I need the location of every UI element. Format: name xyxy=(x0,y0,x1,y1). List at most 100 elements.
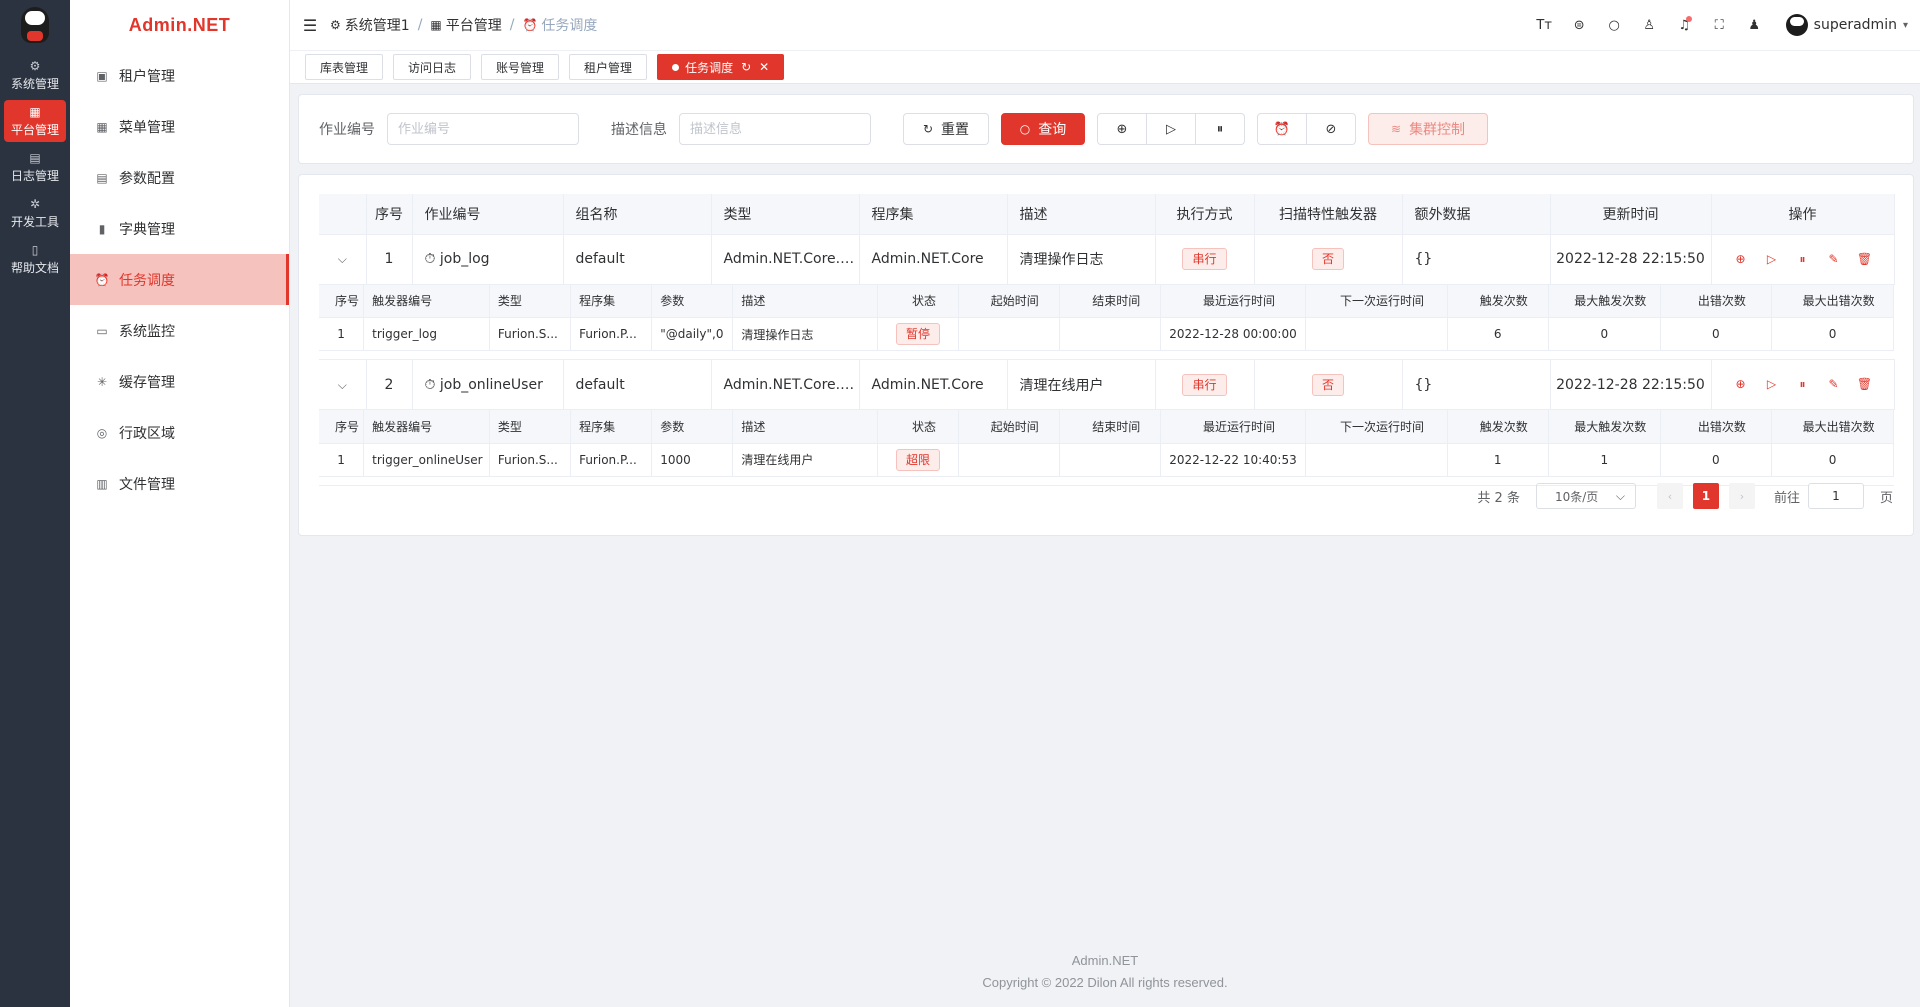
alarm-clock-button[interactable]: ⏰ xyxy=(1257,113,1307,145)
breadcrumb-item[interactable]: 系统管理1 xyxy=(345,15,410,35)
rail-item-logs[interactable]: ▤ 日志管理 xyxy=(4,146,66,188)
job-table: 序号 作业编号 组名称 类型 程序集 描述 执行方式 扫描特性触发器 额外数据 … xyxy=(319,194,1895,486)
menu-item-dict[interactable]: ▮ 字典管理 xyxy=(70,203,289,254)
brand-title: Admin.NET xyxy=(128,14,231,35)
active-dot-icon xyxy=(672,63,680,71)
grid-icon: ▦ xyxy=(430,18,442,32)
avatar[interactable] xyxy=(1785,14,1808,36)
refresh-icon: ↻ xyxy=(922,122,934,136)
tab-label: 账号管理 xyxy=(496,60,545,75)
tab-account[interactable]: 账号管理 xyxy=(481,54,560,80)
menu-item-monitor[interactable]: ▭ 系统监控 xyxy=(70,305,289,356)
alarm-clock-icon: ⏰ xyxy=(94,272,110,287)
next-page-button[interactable]: › xyxy=(1728,483,1755,509)
book-icon: ▯ xyxy=(31,242,39,257)
page-size-select[interactable]: 10条/页 ⌵ xyxy=(1535,483,1636,509)
chevron-down-icon[interactable]: ⌵ xyxy=(338,252,347,266)
refresh-icon[interactable]: ↻ xyxy=(741,60,751,74)
menu-item-jobs[interactable]: ⏰ 任务调度 xyxy=(70,254,289,305)
tab-db[interactable]: 库表管理 xyxy=(305,54,384,80)
rail-item-label: 平台管理 xyxy=(10,122,59,137)
edit-icon[interactable]: ✎ xyxy=(1826,252,1842,267)
tab-jobs[interactable]: 任务调度 ↻ ✕ xyxy=(657,54,785,80)
menu-toggle-icon[interactable]: ☰ xyxy=(290,16,330,35)
cog-icon: ✲ xyxy=(29,196,41,211)
delete-icon[interactable]: 🗑 xyxy=(1857,252,1873,267)
start-icon[interactable]: ▷ xyxy=(1764,252,1780,267)
rail-item-help[interactable]: ▯ 帮助文档 xyxy=(4,238,66,280)
trigger-expand-row: 序号 触发器编号 类型 程序集 参数 描述 状态 起始时间 结束时间 最近运行时… xyxy=(319,409,1894,486)
fullscreen-icon[interactable]: ⛶ xyxy=(1702,18,1737,33)
col-header: 序号 xyxy=(366,194,413,235)
copy-icon: ▤ xyxy=(96,170,108,185)
tab-label: 库表管理 xyxy=(320,60,369,75)
table-row: ⌵ 2 ⏱ job_onlineUser default Admin.NET.C… xyxy=(319,359,1895,410)
database-icon: ≋ xyxy=(1391,122,1402,136)
bell-icon[interactable]: ♫ xyxy=(1667,15,1702,33)
tab-label: 租户管理 xyxy=(584,60,633,75)
chevron-down-icon[interactable]: ▾ xyxy=(1903,20,1908,31)
font-size-icon[interactable]: Tт xyxy=(1527,18,1562,33)
theme-icon[interactable]: ♙ xyxy=(1632,18,1667,33)
menu-item-label: 租户管理 xyxy=(119,68,175,85)
start-icon[interactable]: ▷ xyxy=(1764,377,1780,392)
tab-label: 任务调度 xyxy=(685,60,734,75)
menu-item-menu[interactable]: ▦ 菜单管理 xyxy=(70,101,289,152)
pause-icon[interactable]: ⏸ xyxy=(1795,252,1811,267)
grid-icon: ▦ xyxy=(96,119,108,134)
rail-item-system[interactable]: ⚙ 系统管理 xyxy=(4,54,66,96)
breadcrumb-item[interactable]: 平台管理 xyxy=(446,15,502,35)
goto-label: 前往 xyxy=(1773,490,1800,506)
goto-page-input[interactable] xyxy=(1807,483,1864,509)
delete-icon[interactable]: 🗑 xyxy=(1857,377,1873,392)
add-job-button[interactable]: ⊕ xyxy=(1097,113,1147,145)
link-button[interactable]: ⊘ xyxy=(1306,113,1356,145)
col-header: 描述 xyxy=(1007,194,1156,235)
menu-item-label: 菜单管理 xyxy=(119,119,175,136)
gear-icon: ⚙ xyxy=(29,58,41,73)
rail-item-label: 系统管理 xyxy=(10,76,59,91)
pause-icon[interactable]: ⏸ xyxy=(1795,377,1811,392)
job-id-input[interactable] xyxy=(387,113,579,145)
chevron-down-icon[interactable]: ⌵ xyxy=(338,378,347,392)
desc-label: 描述信息 xyxy=(611,122,667,138)
reset-button[interactable]: ↻ 重置 xyxy=(903,113,989,145)
tab-access-log[interactable]: 访问日志 xyxy=(393,54,472,80)
desc-input[interactable] xyxy=(679,113,871,145)
logo xyxy=(0,0,70,50)
close-icon[interactable]: ✕ xyxy=(759,60,769,74)
rail-item-devtools[interactable]: ✲ 开发工具 xyxy=(4,192,66,234)
menu-item-files[interactable]: ▥ 文件管理 xyxy=(70,458,289,509)
username[interactable]: superadmin xyxy=(1814,17,1897,33)
add-trigger-icon[interactable]: ⊕ xyxy=(1733,252,1749,267)
menu-item-tenant[interactable]: ▣ 租户管理 xyxy=(70,50,289,101)
rail-item-label: 帮助文档 xyxy=(10,260,59,275)
edit-icon[interactable]: ✎ xyxy=(1826,377,1842,392)
top-header: ☰ ⚙ 系统管理1 / ▦ 平台管理 / ⏰ 任务调度 Tт ⊜ ○ ♙ ♫ ⛶… xyxy=(290,0,1920,50)
user-icon[interactable]: ♟ xyxy=(1737,18,1772,33)
language-icon[interactable]: ⊜ xyxy=(1562,18,1597,33)
search-icon[interactable]: ○ xyxy=(1597,18,1632,33)
pause-all-button[interactable]: ⏸ xyxy=(1195,113,1245,145)
prev-page-button[interactable]: ‹ xyxy=(1656,483,1683,509)
gear-icon: ⚙ xyxy=(330,18,341,32)
menu-item-label: 行政区域 xyxy=(119,425,175,442)
job-id-label: 作业编号 xyxy=(319,122,375,138)
search-icon: ○ xyxy=(1019,122,1031,136)
tags-view: 库表管理 访问日志 账号管理 租户管理 任务调度 ↻ ✕ xyxy=(290,50,1920,84)
trigger-table: 序号 触发器编号 类型 程序集 参数 描述 状态 起始时间 结束时间 最近运行时… xyxy=(319,410,1894,477)
page-number[interactable]: 1 xyxy=(1692,483,1719,509)
menu-item-config[interactable]: ▤ 参数配置 xyxy=(70,152,289,203)
rail-item-platform[interactable]: ▦ 平台管理 xyxy=(4,100,66,142)
tab-tenant[interactable]: 租户管理 xyxy=(569,54,648,80)
query-button[interactable]: ○ 查询 xyxy=(1001,113,1085,145)
table-header-row: 序号 作业编号 组名称 类型 程序集 描述 执行方式 扫描特性触发器 额外数据 … xyxy=(319,194,1895,235)
menu-item-region[interactable]: ◎ 行政区域 xyxy=(70,407,289,458)
start-all-button[interactable]: ▷ xyxy=(1146,113,1196,145)
status-badge: 暂停 xyxy=(896,323,941,345)
footer: Admin.NET Copyright © 2022 Dilon All rig… xyxy=(290,950,1920,994)
add-trigger-icon[interactable]: ⊕ xyxy=(1733,377,1749,392)
menu-item-cache[interactable]: ✳ 缓存管理 xyxy=(70,356,289,407)
cluster-control-button[interactable]: ≋ 集群控制 xyxy=(1368,113,1489,145)
col-header: 额外数据 xyxy=(1402,194,1551,235)
